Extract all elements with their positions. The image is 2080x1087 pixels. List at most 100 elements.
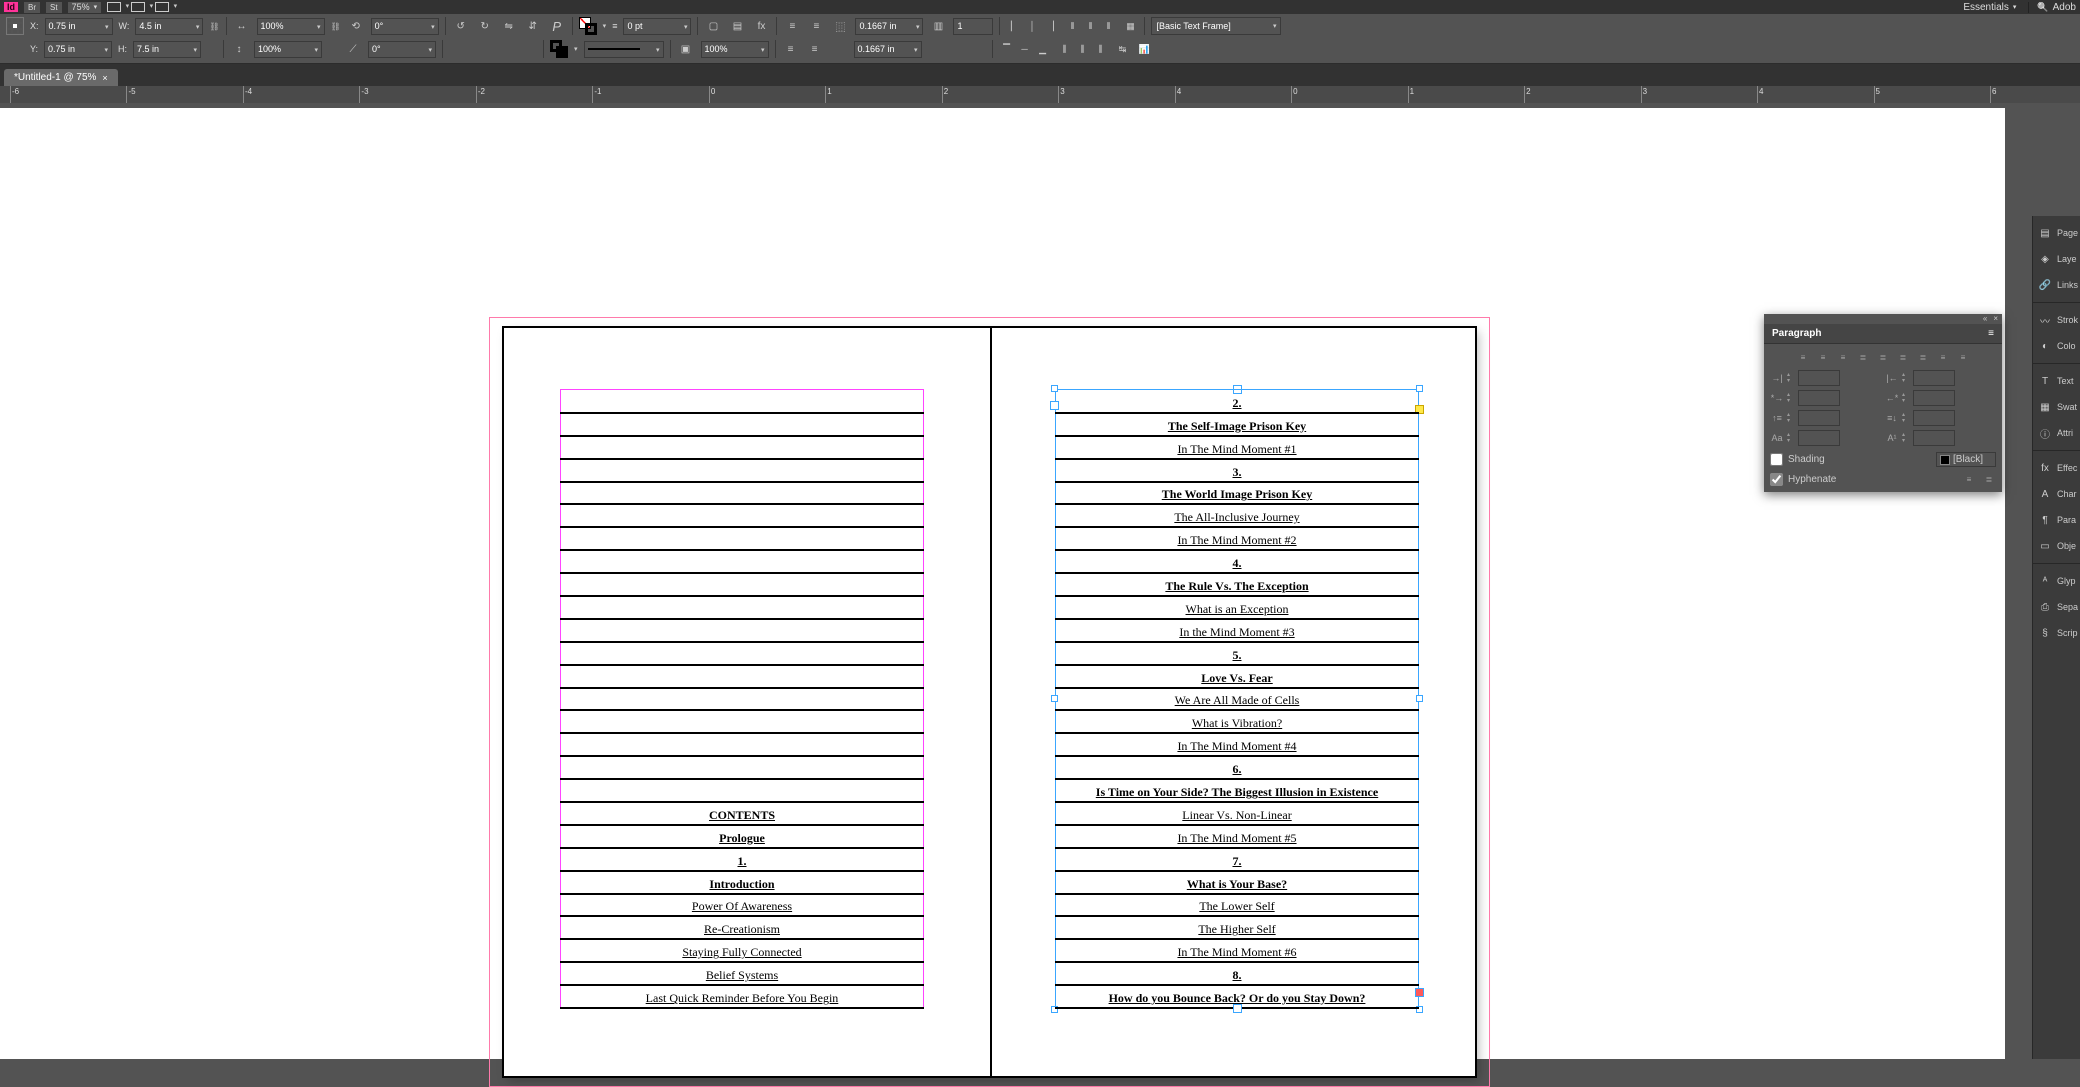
panel-strip-item[interactable]: AChar: [2033, 481, 2080, 507]
paragraph-panel[interactable]: «× Paragraph≡ ≡≡≡ ≣≣≣ ≣≡≡ →|▴▾ |←▴▾ *→▴▾…: [1764, 314, 2002, 492]
toc-row[interactable]: The Self-Image Prison Key: [1055, 414, 1419, 437]
left-indent-field[interactable]: [1798, 370, 1840, 386]
last-line-indent-field[interactable]: [1913, 390, 1955, 406]
toc-row[interactable]: What is an Exception: [1055, 597, 1419, 620]
panel-strip-item[interactable]: TText: [2033, 368, 2080, 394]
toc-row[interactable]: What is Your Base?: [1055, 872, 1419, 895]
w-field[interactable]: 4.5 in: [135, 18, 203, 35]
toc-row[interactable]: Re-Creationism: [560, 917, 924, 940]
rotate-ccw-icon[interactable]: ↺: [452, 17, 470, 35]
toc-row[interactable]: 2.: [1055, 391, 1419, 414]
panel-strip-item[interactable]: ⓘAttri: [2033, 420, 2080, 446]
flip-h-icon[interactable]: ⇋: [500, 17, 518, 35]
toc-row[interactable]: In The Mind Moment #2: [1055, 528, 1419, 551]
panel-strip-item[interactable]: §Scrip: [2033, 620, 2080, 646]
justify-center-icon[interactable]: ≣: [1874, 350, 1892, 364]
toc-row[interactable]: Introduction: [560, 872, 924, 895]
effects-icon[interactable]: fx: [752, 17, 770, 35]
panel-strip-item[interactable]: ¶Para: [2033, 507, 2080, 533]
y-field[interactable]: 0.75 in: [44, 41, 112, 58]
toc-row[interactable]: Love Vs. Fear: [1055, 666, 1419, 689]
toc-row[interactable]: In The Mind Moment #4: [1055, 734, 1419, 757]
toc-row[interactable]: In the Mind Moment #3: [1055, 620, 1419, 643]
toc-row[interactable]: 6.: [1055, 757, 1419, 780]
toc-row[interactable]: The World Image Prison Key: [1055, 483, 1419, 506]
canvas[interactable]: CONTENTSPrologue1.IntroductionPower Of A…: [0, 108, 2080, 1059]
panel-strip-item[interactable]: ⎙Sepa: [2033, 594, 2080, 620]
panel-collapse-icon[interactable]: «: [1983, 314, 1987, 324]
column-gutter-field[interactable]: 100%: [701, 41, 769, 58]
dist-top-icon[interactable]: ⫼: [1057, 42, 1073, 56]
columns-icon[interactable]: ⿲: [831, 17, 849, 35]
justify-left-icon[interactable]: ≣: [1854, 350, 1872, 364]
toc-row[interactable]: In The Mind Moment #5: [1055, 826, 1419, 849]
toc-row[interactable]: The All-Inclusive Journey: [1055, 505, 1419, 528]
align-top-icon[interactable]: ▔: [999, 42, 1015, 56]
view-option-icon[interactable]: [107, 2, 121, 12]
shading-checkbox-row[interactable]: Shading: [1770, 453, 1825, 466]
panel-strip-item[interactable]: ▤Page: [2033, 220, 2080, 246]
toc-row[interactable]: Last Quick Reminder Before You Begin: [560, 986, 924, 1009]
toc-row[interactable]: 7.: [1055, 849, 1419, 872]
toc-row[interactable]: Linear Vs. Non-Linear: [1055, 803, 1419, 826]
hyphenate-checkbox[interactable]: [1770, 473, 1783, 486]
toc-row[interactable]: The Higher Self: [1055, 917, 1419, 940]
right-indent-field[interactable]: [1913, 370, 1955, 386]
h-field[interactable]: 7.5 in: [133, 41, 201, 58]
stock-button[interactable]: St: [46, 2, 62, 13]
toc-row[interactable]: The Rule Vs. The Exception: [1055, 574, 1419, 597]
first-line-indent-field[interactable]: [1798, 390, 1840, 406]
justify-right-icon[interactable]: ≣: [1894, 350, 1912, 364]
panel-strip-item[interactable]: ᴬGlyp: [2033, 568, 2080, 594]
corner-options-icon[interactable]: ▢: [704, 17, 722, 35]
text-frame-right-selected[interactable]: 2.The Self-Image Prison KeyIn The Mind M…: [1055, 389, 1419, 1009]
panel-strip-item[interactable]: ◐Colo: [2033, 333, 2080, 359]
fill-dropdown-icon[interactable]: ▾: [603, 22, 607, 30]
dist-bottom-icon[interactable]: ⫼: [1093, 42, 1109, 56]
column-gap-h-field[interactable]: 0.1667 in: [854, 41, 922, 58]
toc-row[interactable]: Staying Fully Connected: [560, 940, 924, 963]
toc-row[interactable]: Belief Systems: [560, 963, 924, 986]
align-toward-spine-icon[interactable]: ≡: [1934, 350, 1952, 364]
justify-all-icon[interactable]: ≣: [1914, 350, 1932, 364]
toc-row[interactable]: CONTENTS: [560, 803, 924, 826]
toc-row[interactable]: 3.: [1055, 460, 1419, 483]
panel-strip-item[interactable]: fxEffec: [2033, 455, 2080, 481]
zoom-level-select[interactable]: 75%: [68, 2, 102, 13]
fitting-1-icon[interactable]: ▣: [677, 40, 695, 58]
align-right-icon[interactable]: ▕: [1042, 19, 1058, 33]
rotate-cw-icon[interactable]: ↻: [476, 17, 494, 35]
bridge-button[interactable]: Br: [24, 2, 40, 13]
toc-row[interactable]: Prologue: [560, 826, 924, 849]
align-bottom-icon[interactable]: ▁: [1035, 42, 1051, 56]
spread[interactable]: CONTENTSPrologue1.IntroductionPower Of A…: [504, 328, 1475, 1076]
panel-strip-item[interactable]: ▭Obje: [2033, 533, 2080, 559]
toc-row[interactable]: Is Time on Your Side? The Biggest Illusi…: [1055, 780, 1419, 803]
toc-row[interactable]: We Are All Made of Cells: [1055, 689, 1419, 712]
dist-vcenter-icon[interactable]: ⫼: [1075, 42, 1091, 56]
toc-row[interactable]: How do you Bounce Back? Or do you Stay D…: [1055, 986, 1419, 1009]
hyphenate-checkbox-row[interactable]: Hyphenate: [1770, 473, 1836, 486]
x-field[interactable]: 0.75 in: [45, 18, 113, 35]
shading-swatch-select[interactable]: [Black]: [1936, 452, 1996, 467]
transform-again-icon[interactable]: ↹: [1115, 42, 1131, 56]
panel-strip-item[interactable]: 〰Strok: [2033, 307, 2080, 333]
panel-strip-item[interactable]: ▦Swat: [2033, 394, 2080, 420]
toc-row[interactable]: In The Mind Moment #1: [1055, 437, 1419, 460]
align-vcenter-icon[interactable]: ─: [1017, 42, 1033, 56]
toc-row[interactable]: In The Mind Moment #6: [1055, 940, 1419, 963]
dist-right-icon[interactable]: ⫴: [1100, 19, 1116, 33]
reference-point[interactable]: [6, 17, 24, 35]
align-right-icon[interactable]: ≡: [1834, 350, 1852, 364]
scale-x-field[interactable]: 100%: [257, 18, 325, 35]
dist-left-icon[interactable]: ⫴: [1064, 19, 1080, 33]
toc-row[interactable]: Power Of Awareness: [560, 895, 924, 918]
toc-row[interactable]: The Lower Self: [1055, 895, 1419, 918]
text-align-center-icon[interactable]: ≡: [807, 17, 825, 35]
text-align-top-icon[interactable]: ≡: [783, 17, 801, 35]
shear-field[interactable]: 0°: [368, 41, 436, 58]
constrain-wh-icon[interactable]: ⛓: [209, 22, 219, 31]
workspace-switcher[interactable]: Essentials: [1963, 2, 2016, 13]
stroke-dropdown-icon[interactable]: ▾: [574, 45, 578, 53]
align-left-icon[interactable]: ▏: [1006, 19, 1022, 33]
